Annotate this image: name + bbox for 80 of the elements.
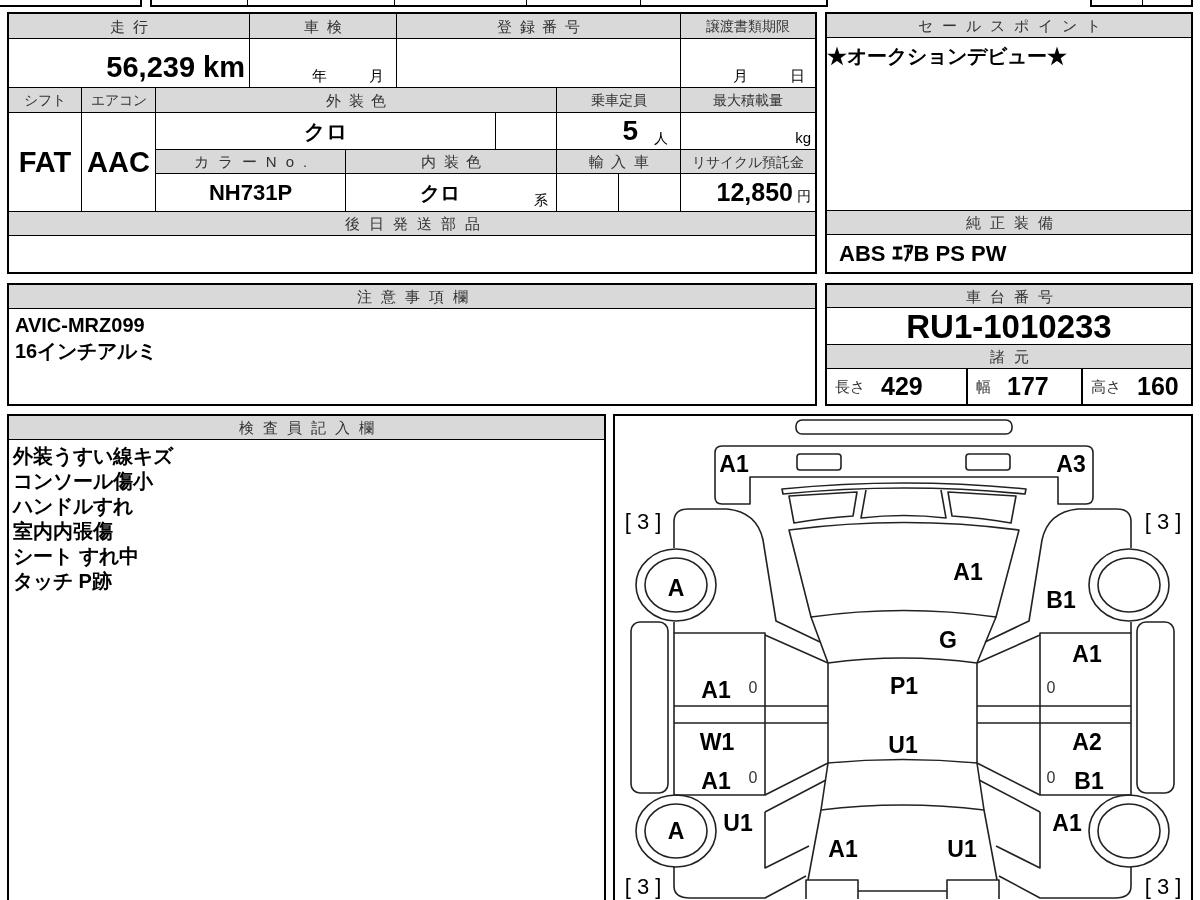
header-cell: 輸入車 <box>557 150 680 173</box>
header-cell: 乗車定員 <box>557 88 680 112</box>
shift-value: FAT <box>18 147 72 177</box>
small-mark: 0 <box>748 680 758 696</box>
damage-code: P1 <box>889 674 919 698</box>
damage-code: U1 <box>947 837 977 861</box>
header-cell: 後日発送部品 <box>9 212 815 235</box>
unit-label: 系 <box>534 193 548 210</box>
tread-depth-label: [ 3 ] <box>1144 511 1182 533</box>
header-cell: 登録番号 <box>397 14 680 38</box>
inspector-note-line: タッチ P跡 <box>13 571 112 591</box>
small-mark: 0 <box>1046 770 1056 786</box>
chassis-number: RU1-1010233 <box>906 309 1112 343</box>
damage-code: A1 <box>1072 642 1102 666</box>
spec-label: 幅 <box>976 379 991 394</box>
damage-code: A <box>667 819 685 843</box>
unit-label: 人 <box>654 131 668 145</box>
header-cell: 譲渡書類期限 <box>681 14 815 38</box>
header-cell: 走行 <box>9 14 249 38</box>
unit-label: 円 <box>797 189 811 206</box>
equipment-list: ABS ｴｱB PS PW <box>839 242 1007 265</box>
spec-value: 177 <box>1007 374 1049 399</box>
note-line: 16インチアルミ <box>15 341 158 361</box>
header-cell: 外装色 <box>156 88 556 112</box>
spec-value: 429 <box>881 374 923 399</box>
header-cell: 最大積載量 <box>681 88 815 112</box>
tread-depth-label: [ 3 ] <box>624 511 662 533</box>
damage-code: U1 <box>723 811 753 835</box>
small-mark: 0 <box>748 770 758 786</box>
color-number-value: NH731P <box>208 181 293 204</box>
month-unit: 月 <box>369 68 384 83</box>
tread-depth-label: [ 3 ] <box>1144 876 1182 898</box>
inspector-note-line: 外装うすい線キズ <box>13 446 173 466</box>
header-cell: 検査員記入欄 <box>9 416 604 440</box>
damage-code: B1 <box>1046 588 1076 612</box>
tread-depth-label: [ 3 ] <box>624 876 662 898</box>
header-cell: セールスポイント <box>827 14 1191 38</box>
header-cell: 注意事項欄 <box>9 285 815 309</box>
damage-code: A <box>667 576 685 600</box>
small-mark: 0 <box>1046 680 1056 696</box>
year-unit: 年 <box>312 68 327 83</box>
damage-code: A1 <box>1052 811 1082 835</box>
header-cell: カラーNo. <box>156 150 345 173</box>
spec-value: 160 <box>1137 374 1179 399</box>
damage-code: A1 <box>828 837 858 861</box>
damage-code: A1 <box>701 678 731 702</box>
damage-code: G <box>939 628 957 652</box>
spec-label: 高さ <box>1091 379 1121 394</box>
inspector-note-line: シート すれ中 <box>13 546 139 566</box>
damage-code: A2 <box>1072 730 1102 754</box>
recycling-fee-value: 12,850 <box>716 180 793 205</box>
header-cell: シフト <box>9 88 81 112</box>
damage-code: A1 <box>953 560 983 584</box>
day-unit: 日 <box>790 68 805 83</box>
damage-code: U1 <box>888 733 918 757</box>
damage-code: A1 <box>719 452 749 476</box>
header-cell: 車台番号 <box>827 285 1191 308</box>
unit-label: kg <box>795 130 811 145</box>
note-line: AVIC-MRZ099 <box>15 315 145 335</box>
damage-code: A1 <box>701 769 731 793</box>
header-cell: 純正装備 <box>827 211 1191 235</box>
header-cell: リサイクル預託金 <box>681 150 815 173</box>
sales-point-text: ★オークションデビュー★ <box>827 45 1067 67</box>
capacity-value: 5 <box>622 117 638 145</box>
header-cell: 諸元 <box>827 345 1191 369</box>
damage-code: W1 <box>699 730 735 754</box>
inspector-note-line: コンソール傷小 <box>13 471 153 491</box>
month-unit: 月 <box>733 68 748 83</box>
spec-label: 長さ <box>835 379 865 394</box>
header-cell: 車検 <box>250 14 396 38</box>
inspector-note-line: ハンドルすれ <box>13 496 133 516</box>
inspector-note-line: 室内内張傷 <box>13 521 113 541</box>
header-cell: エアコン <box>82 88 155 112</box>
damage-code: A3 <box>1056 452 1086 476</box>
interior-color-value: クロ <box>420 182 460 203</box>
header-cell: 内装色 <box>346 150 556 173</box>
aircon-value: AAC <box>87 147 150 177</box>
mileage-value: 56,239 km <box>106 52 245 82</box>
damage-code: B1 <box>1074 769 1104 793</box>
exterior-color-value: クロ <box>303 120 348 142</box>
